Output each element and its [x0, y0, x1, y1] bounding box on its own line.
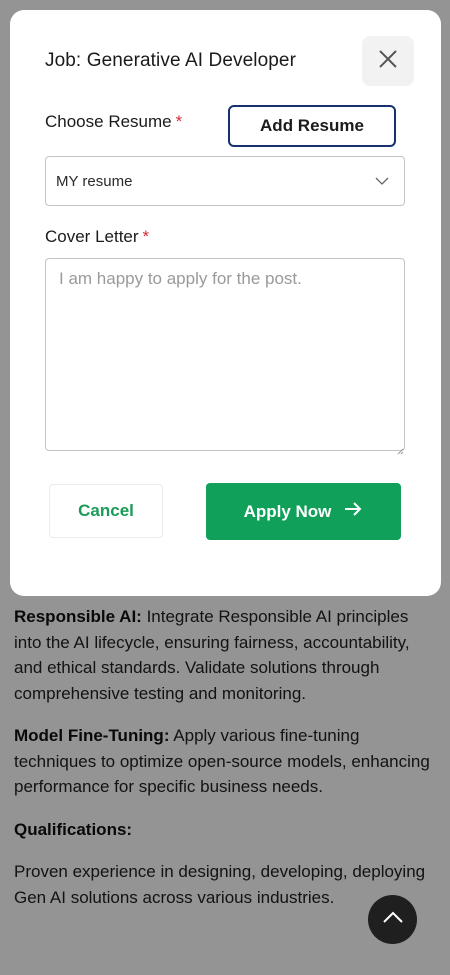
add-resume-button[interactable]: Add Resume [228, 105, 396, 147]
resume-label: Choose Resume * [45, 112, 182, 132]
apply-now-button[interactable]: Apply Now [206, 483, 401, 540]
close-icon [378, 49, 398, 74]
cancel-button[interactable]: Cancel [49, 484, 163, 538]
chevron-up-icon [382, 910, 404, 929]
cover-letter-field[interactable] [45, 258, 405, 451]
arrow-right-icon [343, 501, 363, 522]
chevron-down-icon [374, 173, 390, 190]
cover-letter-label-text: Cover Letter [45, 227, 139, 246]
required-asterisk: * [142, 227, 150, 246]
resize-grip-icon[interactable] [397, 442, 404, 455]
resume-select-value: MY resume [56, 172, 133, 190]
cover-letter-label: Cover Letter * [45, 227, 149, 247]
resume-label-text: Choose Resume [45, 112, 172, 131]
resume-select[interactable]: MY resume [45, 156, 405, 206]
scroll-to-top-button[interactable] [368, 895, 417, 944]
required-asterisk: * [175, 112, 183, 131]
apply-now-label: Apply Now [243, 501, 332, 521]
close-button[interactable] [362, 36, 414, 86]
apply-job-modal: Job: Generative AI Developer Choose Resu… [10, 10, 441, 596]
modal-title: Job: Generative AI Developer [45, 50, 296, 71]
